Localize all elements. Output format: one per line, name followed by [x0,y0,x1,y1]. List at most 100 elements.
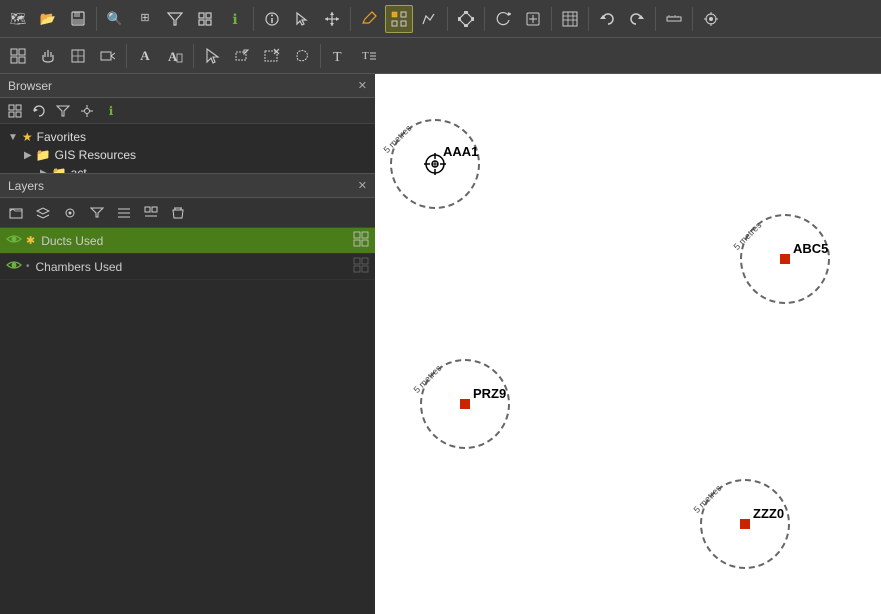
sep1 [96,7,97,31]
select-tool[interactable] [288,5,316,33]
filter-layers[interactable] [85,201,109,225]
attribute-table[interactable] [556,5,584,33]
open-button[interactable]: 📂 [34,5,62,33]
filter-button[interactable] [161,5,189,33]
browser-info-button[interactable]: ℹ [100,100,122,122]
chambers-used-label: Chambers Used [36,260,349,274]
svg-text:A: A [168,49,178,64]
ducts-visibility-icon[interactable] [6,233,22,248]
gis-resources-item[interactable]: ▶ 📁 GIS Resources [8,146,367,164]
ducts-used-label: Ducts Used [41,234,349,248]
layers-title: Layers [8,179,44,193]
zzz0-label: ZZZ0 [753,506,784,521]
deselect-tool[interactable] [258,42,286,70]
browser-close-button[interactable]: ✕ [358,79,367,92]
gis-resources-folder-icon: 📁 [36,148,51,162]
act-item[interactable]: ▶ 📁 act [8,164,367,174]
layers-header: Layers ✕ [0,174,375,198]
abc5-label: ABC5 [793,241,828,256]
hand-pan-tool[interactable] [34,42,62,70]
favorites-star-icon: ★ [22,130,33,144]
zoom-in-button[interactable]: 🔍 [101,5,129,33]
rotate-tool[interactable] [489,5,517,33]
favorites-item[interactable]: ▼ ★ Favorites [8,128,367,146]
browser-settings-button[interactable] [76,100,98,122]
ducts-star-icon: ✱ [26,234,35,247]
act-folder-icon: 📁 [52,166,67,174]
chambers-dot-icon: • [26,261,30,272]
text-tool[interactable]: T [325,42,353,70]
layer-row-chambers-used[interactable]: • Chambers Used [0,254,375,280]
sep8 [655,7,656,31]
move-feature-tool[interactable] [318,5,346,33]
open-layer-button[interactable] [4,201,28,225]
svg-text:T: T [362,50,369,62]
left-panel: Browser ✕ ℹ [0,74,375,614]
gis-resources-label: GIS Resources [55,148,136,162]
node-edit-active[interactable] [385,5,413,33]
chambers-visibility-icon[interactable] [6,259,22,274]
browser-refresh-button[interactable] [28,100,50,122]
new-map-button[interactable]: 🗺 [4,5,32,33]
zzz0-point [740,519,750,529]
browser-panel: Browser ✕ ℹ [0,74,375,174]
select-box-tool[interactable] [228,42,256,70]
layers-panel: Layers ✕ [0,174,375,614]
collapse-all-layers[interactable] [139,201,163,225]
zoom-extent-tool[interactable] [64,42,92,70]
add-layer-button[interactable] [31,201,55,225]
sep-second-1 [126,44,127,68]
sep7 [588,7,589,31]
prz9-label: PRZ9 [473,386,506,401]
main-area: Browser ✕ ℹ [0,74,881,614]
prz9-point [460,399,470,409]
sep2 [253,7,254,31]
gps-button[interactable] [697,5,725,33]
digitize-tool[interactable] [415,5,443,33]
sep4 [447,7,448,31]
expand-all-layers[interactable] [112,201,136,225]
identify-tool[interactable] [258,5,286,33]
browser-title: Browser [8,79,52,93]
browser-toolbar: ℹ [0,98,375,124]
sep-second-3 [320,44,321,68]
pan-tool[interactable] [519,5,547,33]
sep-second-2 [193,44,194,68]
zoom-out-button[interactable]: ⊞ [131,5,159,33]
freehand-select[interactable] [288,42,316,70]
favorites-label: Favorites [37,130,86,144]
remove-layer-button[interactable] [166,201,190,225]
ducts-settings-icon[interactable] [353,231,369,250]
label-font-tool[interactable]: A [131,42,159,70]
sep9 [692,7,693,31]
zoom-layer-tool[interactable] [94,42,122,70]
pencil-edit[interactable] [355,5,383,33]
layers-close-button[interactable]: ✕ [358,179,367,192]
browser-tree: ▼ ★ Favorites ▶ 📁 GIS Resources ▶ 📁 act [0,124,375,174]
properties-button[interactable] [191,5,219,33]
sep5 [484,7,485,31]
chambers-settings-icon[interactable] [353,257,369,276]
layers-list: ✱ Ducts Used • Chambers Used [0,228,375,614]
toolbar-second: A A T T [0,38,881,74]
aaa1-label: AAA1 [443,144,478,159]
browser-filter-button[interactable] [52,100,74,122]
favorites-arrow: ▼ [8,132,18,143]
vertex-tool[interactable] [452,5,480,33]
map-area[interactable]: 5 metres AAA1 5 metres ABC5 [375,74,881,614]
label-tool2[interactable]: A [161,42,189,70]
browser-home-button[interactable] [4,100,26,122]
redo-button[interactable] [623,5,651,33]
measure-tool[interactable] [660,5,688,33]
gis-resources-arrow: ▶ [24,150,32,161]
undo-button[interactable] [593,5,621,33]
show-all-layers[interactable] [58,201,82,225]
save-button[interactable] [64,5,92,33]
info-button[interactable]: ℹ [221,5,249,33]
map-nav-tool[interactable] [4,42,32,70]
layer-row-ducts-used[interactable]: ✱ Ducts Used [0,228,375,254]
act-label: act [71,166,87,174]
select-arrow-tool[interactable] [198,42,226,70]
abc5-point [780,254,790,264]
text-annotate-tool[interactable]: T [355,42,383,70]
